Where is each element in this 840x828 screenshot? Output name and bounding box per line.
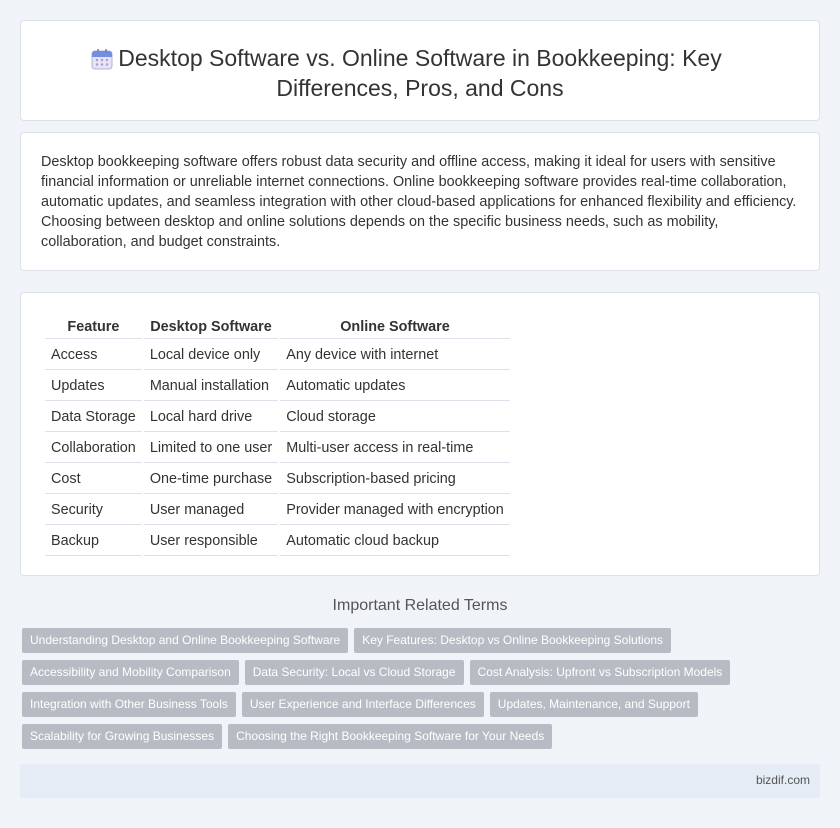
- table-row: Collaboration Limited to one user Multi-…: [45, 434, 510, 463]
- cell-online: Cloud storage: [280, 403, 510, 432]
- related-term-tag[interactable]: Data Security: Local vs Cloud Storage: [244, 660, 464, 685]
- cell-feature: Cost: [45, 465, 142, 494]
- header-desktop: Desktop Software: [143, 315, 279, 339]
- table-header-row: Feature Desktop Software Online Software: [45, 315, 510, 339]
- title-card: Desktop Software vs. Online Software in …: [20, 20, 820, 121]
- cell-feature: Updates: [45, 372, 142, 401]
- cell-desktop: User managed: [143, 496, 279, 525]
- related-term-tag[interactable]: Accessibility and Mobility Comparison: [22, 660, 239, 685]
- cell-online: Provider managed with encryption: [280, 496, 510, 525]
- comparison-card: Feature Desktop Software Online Software…: [20, 292, 820, 576]
- cell-desktop: Local device only: [143, 341, 279, 370]
- related-term-tag[interactable]: Key Features: Desktop vs Online Bookkeep…: [354, 628, 672, 653]
- related-terms-list: Understanding Desktop and Online Bookkee…: [22, 628, 818, 749]
- header-feature: Feature: [45, 315, 142, 339]
- page-title: Desktop Software vs. Online Software in …: [118, 45, 722, 101]
- table-row: Data Storage Local hard drive Cloud stor…: [45, 403, 510, 432]
- cell-online: Multi-user access in real-time: [280, 434, 510, 463]
- related-term-tag[interactable]: User Experience and Interface Difference…: [241, 692, 484, 717]
- related-term-tag[interactable]: Scalability for Growing Businesses: [22, 724, 223, 749]
- cell-online: Automatic updates: [280, 372, 510, 401]
- cell-online: Automatic cloud backup: [280, 527, 510, 556]
- related-term-tag[interactable]: Integration with Other Business Tools: [22, 692, 236, 717]
- intro-paragraph: Desktop bookkeeping software offers robu…: [41, 154, 797, 250]
- related-terms-title: Important Related Terms: [332, 597, 508, 614]
- header-online: Online Software: [280, 315, 510, 339]
- cell-feature: Backup: [45, 527, 142, 556]
- cell-online: Any device with internet: [280, 341, 510, 370]
- related-term-tag[interactable]: Cost Analysis: Upfront vs Subscription M…: [469, 660, 731, 685]
- cell-online: Subscription-based pricing: [280, 465, 510, 494]
- related-term-tag[interactable]: Choosing the Right Bookkeeping Software …: [228, 724, 553, 749]
- cell-desktop: User responsible: [143, 527, 279, 556]
- related-term-tag[interactable]: Understanding Desktop and Online Bookkee…: [22, 628, 349, 653]
- cell-feature: Data Storage: [45, 403, 142, 432]
- comparison-table: Feature Desktop Software Online Software…: [43, 313, 512, 558]
- cell-feature: Collaboration: [45, 434, 142, 463]
- footer-site[interactable]: bizdif.com: [756, 773, 810, 787]
- table-row: Updates Manual installation Automatic up…: [45, 372, 510, 401]
- intro-card: Desktop bookkeeping software offers robu…: [20, 132, 820, 271]
- footer: bizdif.com: [20, 764, 820, 798]
- table-row: Backup User responsible Automatic cloud …: [45, 527, 510, 556]
- table-row: Access Local device only Any device with…: [45, 341, 510, 370]
- table-row: Cost One-time purchase Subscription-base…: [45, 465, 510, 494]
- cell-desktop: Limited to one user: [143, 434, 279, 463]
- cell-desktop: Local hard drive: [143, 403, 279, 432]
- cell-desktop: One-time purchase: [143, 465, 279, 494]
- cell-feature: Security: [45, 496, 142, 525]
- cell-feature: Access: [45, 341, 142, 370]
- table-row: Security User managed Provider managed w…: [45, 496, 510, 525]
- cell-desktop: Manual installation: [143, 372, 279, 401]
- related-term-tag[interactable]: Updates, Maintenance, and Support: [489, 692, 698, 717]
